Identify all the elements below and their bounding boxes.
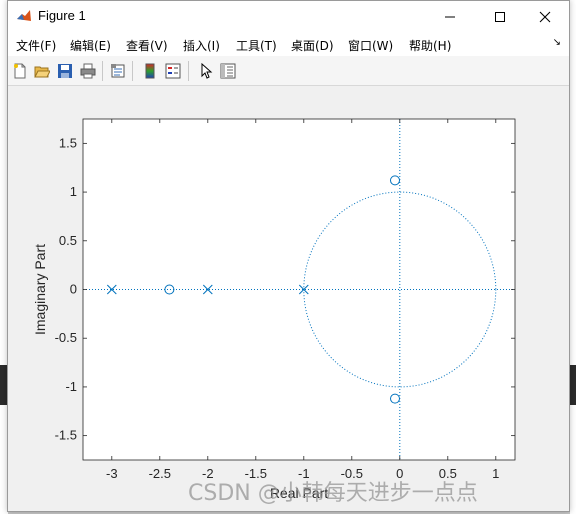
menu-tools[interactable]: 工具(T)	[236, 37, 277, 54]
y-tick-label: 1.5	[59, 135, 77, 150]
maximize-button[interactable]	[477, 1, 523, 32]
y-tick-label: 1	[70, 184, 77, 199]
edit-plot-button[interactable]	[196, 61, 216, 81]
close-icon	[539, 11, 551, 22]
link-plot-button[interactable]	[108, 61, 128, 81]
y-tick-label: -1.5	[55, 428, 77, 443]
new-figure-button[interactable]	[10, 61, 30, 81]
open-file-button[interactable]	[32, 61, 52, 81]
legend-icon	[165, 63, 181, 79]
property-inspector-button[interactable]	[218, 61, 238, 81]
y-tick-label: -1	[65, 379, 77, 394]
minimize-icon	[445, 16, 455, 17]
y-tick-label: -0.5	[55, 330, 77, 345]
menu-window[interactable]: 窗口(W)	[348, 37, 393, 54]
legend-button[interactable]	[163, 61, 183, 81]
x-tick-label: 1	[492, 466, 499, 481]
menu-help[interactable]: 帮助(H)	[409, 37, 451, 54]
menu-bar: 文件(F) 编辑(E) 查看(V) 插入(I) 工具(T) 桌面(D) 窗口(W…	[8, 32, 569, 56]
figure-canvas[interactable]: -3 -2.5 -2 -1.5 -1 -0.5 0 0.5 1 -1.5 -1 -0.5 0 0.5 1 1.…	[8, 86, 569, 511]
close-button[interactable]	[522, 1, 568, 32]
print-button[interactable]	[78, 61, 98, 81]
matlab-logo-icon	[16, 8, 32, 24]
print-icon	[80, 63, 96, 79]
y-axis-label: Imaginary Part	[32, 244, 48, 335]
open-file-icon	[34, 66, 50, 78]
save-button[interactable]	[55, 61, 75, 81]
save-icon	[58, 64, 72, 78]
y-tick-label: 0	[70, 282, 77, 297]
figure-toolbar	[8, 56, 569, 86]
csdn-watermark: CSDN @小韩每天进步一点点	[188, 481, 478, 506]
colorbar-button[interactable]	[140, 61, 160, 81]
figure-window: Figure 1 文件(F) 编辑(E) 查看(V) 插入(I) 工具(T) 桌…	[7, 0, 570, 512]
property-inspector-icon	[220, 63, 236, 79]
colorbar-icon	[145, 63, 155, 79]
menu-insert[interactable]: 插入(I)	[183, 37, 220, 54]
pole-zero-plot[interactable]: -3 -2.5 -2 -1.5 -1 -0.5 0 0.5 1-1.5-1-0.500.511.…	[8, 86, 569, 511]
toolbar-separator	[132, 61, 133, 81]
toolbar-separator	[188, 61, 189, 81]
edit-plot-arrow-icon	[201, 63, 213, 79]
menu-view[interactable]: 查看(V)	[126, 37, 168, 54]
x-tick-label: -3	[106, 466, 118, 481]
minimize-button[interactable]	[427, 1, 473, 32]
desktop-dark-strip-right	[570, 365, 576, 405]
link-plot-icon	[111, 64, 125, 78]
maximize-icon	[495, 11, 505, 22]
toolbar-separator	[102, 61, 103, 81]
menu-file[interactable]: 文件(F)	[16, 37, 56, 54]
menu-desktop[interactable]: 桌面(D)	[291, 37, 334, 54]
y-tick-label: 0.5	[59, 233, 77, 248]
title-bar[interactable]: Figure 1	[8, 1, 569, 32]
new-figure-icon	[14, 63, 26, 79]
menu-edit[interactable]: 编辑(E)	[70, 37, 111, 54]
desktop-background-right	[570, 0, 576, 514]
dock-arrow-icon[interactable]: ↘	[553, 37, 561, 48]
window-title: Figure 1	[38, 8, 86, 23]
x-tick-label: -2.5	[149, 466, 171, 481]
